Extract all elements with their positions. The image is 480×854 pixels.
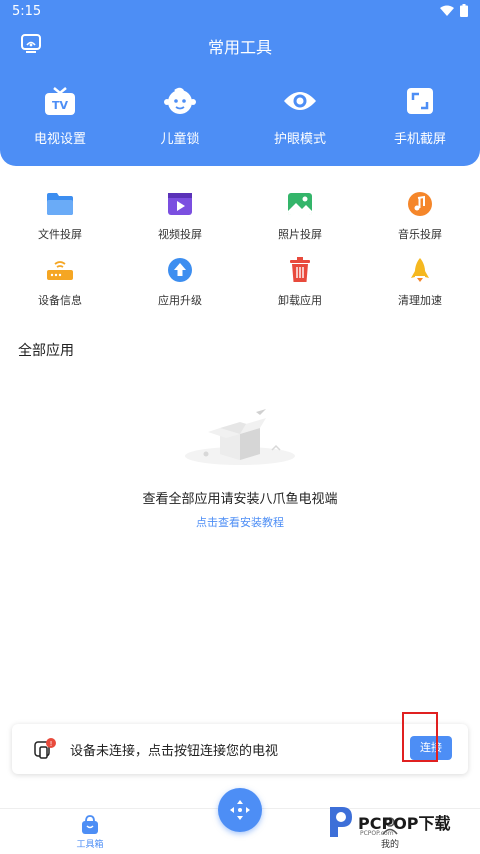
photo-icon [286,190,314,218]
bag-icon [82,815,98,834]
tool-app-upgrade[interactable]: 应用升级 [120,256,240,322]
header: 5:15 常用工具 TV 电视设置 儿童锁 护眼模式 手机截屏 [0,0,480,166]
tv-icon: TV [43,84,77,118]
screenshot-icon [403,84,437,118]
header-tools: TV 电视设置 儿童锁 护眼模式 手机截屏 [0,84,480,147]
tool-uninstall-app[interactable]: 卸载应用 [240,256,360,322]
all-apps-title: 全部应用 [18,343,74,359]
trash-icon [286,256,314,284]
empty-state-text: 查看全部应用请安装八爪鱼电视端 [142,492,338,507]
tab-label: 工具箱 [76,840,104,850]
wifi-icon [440,5,454,16]
watermark: PCPOP下载 PCPOP.com [326,804,476,840]
tool-label: 电视设置 [33,132,86,147]
status-time: 5:15 [12,4,42,19]
tool-device-info[interactable]: 设备信息 [0,256,120,322]
tool-label: 音乐投屏 [398,228,442,241]
battery-icon [460,4,468,17]
empty-box-illustration [185,409,295,465]
folder-icon [46,190,74,218]
connection-status-text: 设备未连接，点击按钮连接您的电视 [70,744,279,759]
tool-label: 儿童锁 [160,132,200,147]
tool-screenshot[interactable]: 手机截屏 [360,84,480,147]
tool-photo-cast[interactable]: 照片投屏 [240,190,360,256]
rocket-icon [406,256,434,284]
tool-label: 手机截屏 [393,132,446,147]
tool-label: 视频投屏 [158,228,202,241]
status-icons [440,4,468,17]
highlight-box [402,712,438,762]
move-fab-button[interactable] [218,788,262,832]
tool-label: 照片投屏 [278,228,322,241]
svg-text:TV: TV [52,99,69,112]
page-title: 常用工具 [207,38,272,57]
music-icon [406,190,434,218]
tool-label: 文件投屏 [38,228,82,241]
tool-label: 清理加速 [398,294,442,307]
video-icon [166,190,194,218]
install-guide-link[interactable]: 点击查看安装教程 [0,514,480,530]
tool-tv-settings[interactable]: TV 电视设置 [0,84,120,147]
connection-bar: ! 设备未连接，点击按钮连接您的电视 连接 [12,724,468,774]
tool-music-cast[interactable]: 音乐投屏 [360,190,480,256]
disconnected-device-icon: ! [34,738,56,759]
upgrade-icon [166,256,194,284]
tool-label: 护眼模式 [273,132,326,147]
tool-label: 设备信息 [38,294,82,307]
tool-file-cast[interactable]: 文件投屏 [0,190,120,256]
tab-toolbox[interactable]: 工具箱 [60,815,120,850]
eye-icon [283,84,317,118]
child-face-icon [163,84,197,118]
tool-clean-boost[interactable]: 清理加速 [360,256,480,322]
move-arrows-icon [230,800,250,820]
tools-grid: 文件投屏 视频投屏 照片投屏 音乐投屏 设备信息 应用升级 卸载应用 清理加速 [0,190,480,322]
pcpop-logo-icon [330,807,352,837]
svg-text:!: ! [50,740,53,748]
tool-label: 应用升级 [158,294,202,307]
tool-video-cast[interactable]: 视频投屏 [120,190,240,256]
tool-eye-mode[interactable]: 护眼模式 [240,84,360,147]
watermark-sub: PCPOP.com [360,830,394,837]
router-icon [46,256,74,284]
tool-child-lock[interactable]: 儿童锁 [120,84,240,147]
tool-label: 卸载应用 [278,294,322,307]
